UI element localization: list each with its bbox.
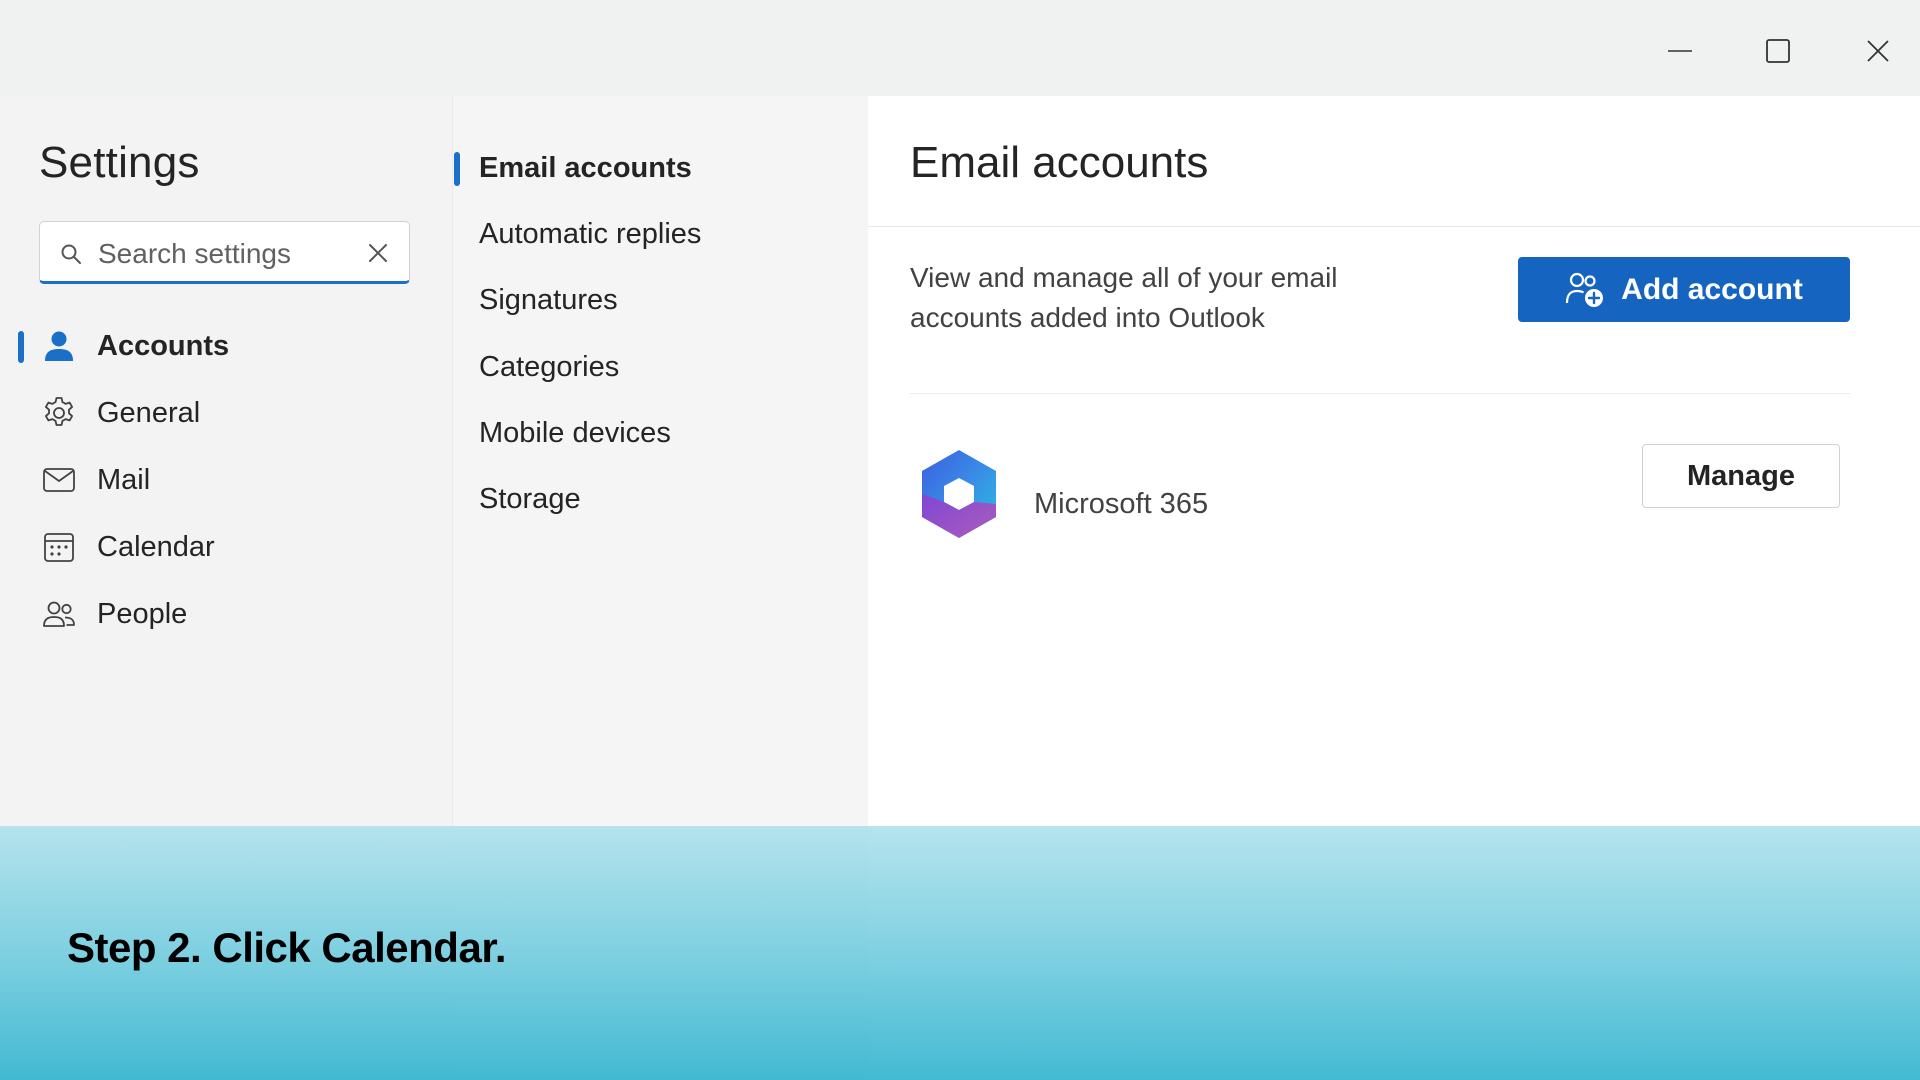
submenu-label: Automatic replies (479, 218, 702, 250)
tutorial-caption: Step 2. Click Calendar. (67, 924, 507, 971)
nav-item-calendar[interactable]: Calendar (0, 517, 452, 577)
microsoft-365-logo (922, 450, 996, 538)
search-placeholder: Search settings (98, 238, 291, 269)
mail-icon (43, 468, 75, 492)
tutorial-caption-banner: Step 2. Click Calendar. (0, 826, 1920, 1080)
search-icon (61, 244, 81, 264)
account-name: Microsoft 365 (1034, 488, 1209, 520)
add-account-button[interactable]: Add account (1518, 257, 1850, 322)
nav-item-general[interactable]: General (0, 383, 452, 443)
submenu-item-storage[interactable]: Storage (453, 471, 869, 527)
close-icon (1867, 40, 1889, 62)
settings-title: Settings (39, 138, 200, 187)
nav-label-general: General (97, 397, 201, 429)
nav-label-calendar: Calendar (97, 531, 215, 563)
divider (868, 226, 1920, 227)
nav-item-mail[interactable]: Mail (0, 450, 452, 510)
active-indicator (18, 331, 24, 363)
person-icon (45, 331, 73, 361)
manage-button[interactable]: Manage (1642, 444, 1840, 508)
nav-label-accounts: Accounts (97, 330, 230, 362)
submenu-item-signatures[interactable]: Signatures (453, 272, 869, 328)
divider (910, 393, 1850, 394)
submenu-item-mobile-devices[interactable]: Mobile devices (453, 405, 869, 461)
nav-label-people: People (97, 598, 188, 630)
submenu-item-automatic-replies[interactable]: Automatic replies (453, 206, 869, 262)
minimize-button[interactable] (1650, 26, 1710, 76)
page-title: Email accounts (910, 138, 1209, 187)
submenu-label: Signatures (479, 284, 618, 316)
add-person-icon (1566, 272, 1604, 307)
nav-label-mail: Mail (97, 464, 151, 496)
close-button[interactable] (1848, 26, 1908, 76)
maximize-icon (1766, 39, 1790, 63)
search-settings-input[interactable]: Search settings (39, 221, 410, 284)
clear-search-icon[interactable] (367, 242, 389, 264)
add-account-label: Add account (1621, 272, 1803, 306)
nav-item-accounts[interactable]: Accounts (0, 316, 452, 376)
submenu-item-email-accounts[interactable]: Email accounts (453, 140, 869, 196)
maximize-button[interactable] (1748, 26, 1808, 76)
people-icon (43, 601, 75, 627)
submenu-label: Mobile devices (479, 417, 671, 449)
gear-icon (45, 397, 73, 426)
title-bar (0, 0, 1920, 96)
active-indicator (454, 152, 460, 186)
page-description: View and manage all of your email accoun… (910, 262, 1338, 333)
submenu-item-categories[interactable]: Categories (453, 339, 869, 395)
minimize-icon (1668, 50, 1692, 52)
submenu-label: Email accounts (479, 152, 692, 184)
submenu-label: Storage (479, 483, 581, 515)
nav-item-people[interactable]: People (0, 584, 452, 644)
calendar-icon (44, 533, 74, 562)
submenu-label: Categories (479, 351, 620, 383)
